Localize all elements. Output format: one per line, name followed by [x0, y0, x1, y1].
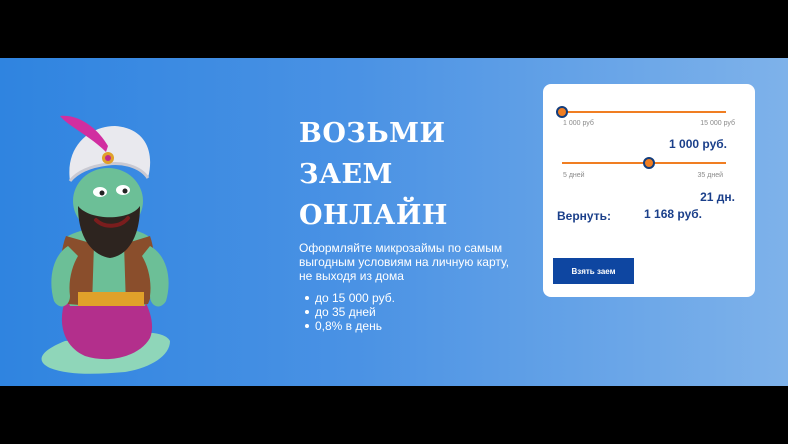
hero-banner: ВОЗЬМИ ЗАЕМ ОНЛАЙН Оформляйте микрозаймы… [0, 58, 788, 386]
days-max-label: 35 дней [697, 172, 723, 179]
take-loan-button[interactable]: Взять заем [553, 258, 634, 284]
amount-slider-thumb[interactable] [556, 106, 568, 118]
benefit-item: до 15 000 руб. [299, 291, 395, 305]
amount-value: 1 000 руб. [669, 137, 727, 151]
days-value: 21 дн. [700, 190, 735, 204]
amount-max-label: 15 000 руб [700, 120, 735, 127]
repay-label: Вернуть: [557, 209, 611, 223]
hero-headline: ВОЗЬМИ ЗАЕМ ОНЛАЙН [299, 113, 448, 236]
amount-slider[interactable] [556, 106, 726, 118]
genie-mascot-illustration [41, 115, 170, 374]
days-slider[interactable] [562, 157, 726, 169]
hero-benefits-list: до 15 000 руб. до 35 дней 0,8% в день [299, 291, 395, 333]
amount-slider-track[interactable] [562, 111, 726, 113]
repay-value: 1 168 руб. [644, 207, 702, 221]
headline-line-2: ЗАЕМ [299, 159, 393, 190]
benefit-item: 0,8% в день [299, 319, 395, 333]
benefit-item: до 35 дней [299, 305, 395, 319]
headline-line-1: ВОЗЬМИ [299, 118, 446, 149]
days-min-label: 5 дней [563, 172, 585, 179]
headline-line-3: ОНЛАЙН [299, 200, 448, 231]
hero-description: Оформляйте микрозаймы по самым выгодным … [299, 241, 510, 283]
days-slider-thumb[interactable] [642, 157, 655, 169]
loan-calculator-card: 1 000 руб 15 000 руб 1 000 руб. 5 дней 3… [543, 84, 755, 297]
amount-min-label: 1 000 руб [563, 120, 594, 127]
